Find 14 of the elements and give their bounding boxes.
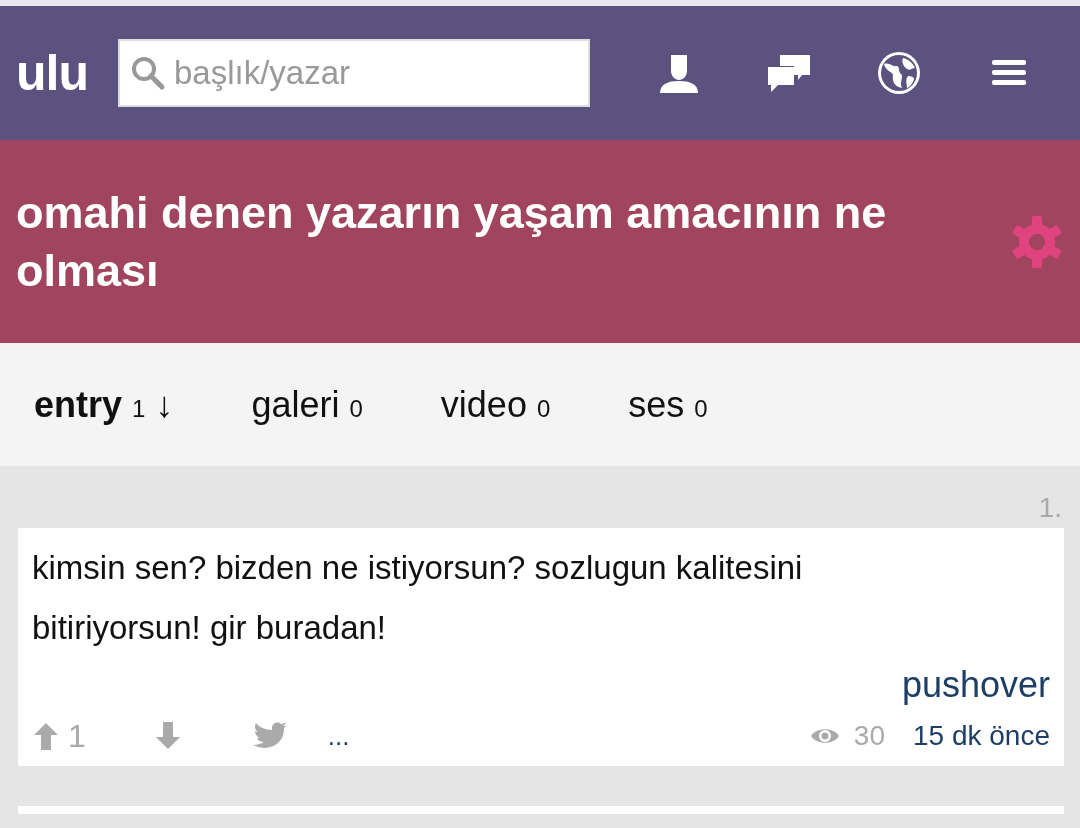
time-link[interactable]: 15 dk önce xyxy=(913,715,1050,757)
vote-count: 1 xyxy=(68,717,86,756)
tab[interactable]: galeri 0 xyxy=(251,377,363,432)
entry-text: kimsin sen? bizden ne istiyorsun? sozlugun kalitesini bitiriyorsun! gir buradan! xyxy=(32,548,804,648)
tab[interactable]: video 0 xyxy=(440,377,551,432)
view-count: 30 xyxy=(853,719,885,753)
tab[interactable]: ses 0 xyxy=(628,377,708,432)
search-field[interactable]: başlık/yazar xyxy=(118,39,590,107)
logo[interactable]: ulu xyxy=(16,35,88,111)
entry-number: 1. xyxy=(1037,491,1063,525)
more-button[interactable]: ... xyxy=(327,716,350,756)
tab[interactable]: entry 1 ↓ xyxy=(34,377,174,432)
topic-title: omahi denen yazarın yaşam amacının ne olması xyxy=(16,185,888,298)
author-link[interactable]: pushover xyxy=(901,658,1050,712)
